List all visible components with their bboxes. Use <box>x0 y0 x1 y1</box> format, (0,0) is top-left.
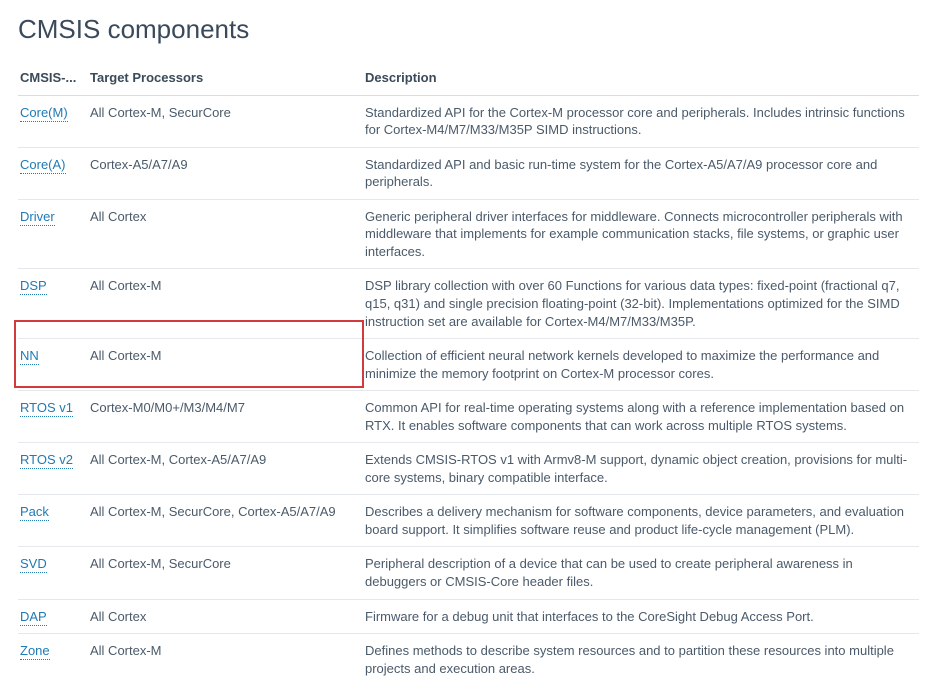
table-row: Core(A) Cortex-A5/A7/A9Standardized API a… <box>18 147 919 199</box>
desc-cell: Peripheral description of a device that … <box>363 547 919 599</box>
table-row: SVD All Cortex-M, SecurCorePeripheral des… <box>18 547 919 599</box>
component-link[interactable]: DSP <box>20 278 47 295</box>
component-link[interactable]: Driver <box>20 209 55 226</box>
col-header-name: CMSIS-... <box>18 61 88 95</box>
component-link[interactable]: NN <box>20 348 39 365</box>
page-title: CMSIS components <box>18 12 919 47</box>
component-link[interactable]: Core(M) <box>20 105 68 122</box>
desc-cell: Defines methods to describe system resou… <box>363 634 919 686</box>
component-link[interactable]: RTOS v1 <box>20 400 73 417</box>
desc-cell: Common API for real-time operating syste… <box>363 391 919 443</box>
desc-cell: Describes a delivery mechanism for softw… <box>363 495 919 547</box>
component-link[interactable]: SVD <box>20 556 47 573</box>
table-header-row: CMSIS-... Target Processors Description <box>18 61 919 95</box>
table-row: NN All Cortex-MCollection of efficient ne… <box>18 339 919 391</box>
table-row: DAP All CortexFirmware for a debug unit t… <box>18 599 919 634</box>
target-cell: All Cortex <box>88 199 363 269</box>
table-wrap: CMSIS-... Target Processors Description … <box>18 61 919 685</box>
component-link[interactable]: DAP <box>20 609 47 626</box>
component-link[interactable]: Pack <box>20 504 49 521</box>
target-cell: Cortex-A5/A7/A9 <box>88 147 363 199</box>
desc-cell: Standardized API for the Cortex-M proces… <box>363 95 919 147</box>
table-row: RTOS v2 All Cortex-M, Cortex-A5/A7/A9 Ext… <box>18 443 919 495</box>
table-row: DSP All Cortex-MDSP library collection wi… <box>18 269 919 339</box>
target-cell: All Cortex-M <box>88 269 363 339</box>
target-cell: Cortex-M0/M0+/M3/M4/M7 <box>88 391 363 443</box>
target-cell: All Cortex <box>88 599 363 634</box>
desc-cell: Standardized API and basic run-time syst… <box>363 147 919 199</box>
desc-cell: DSP library collection with over 60 Func… <box>363 269 919 339</box>
desc-cell: Firmware for a debug unit that interface… <box>363 599 919 634</box>
desc-cell: Collection of efficient neural network k… <box>363 339 919 391</box>
table-row: Driver All CortexGeneric peripheral drive… <box>18 199 919 269</box>
target-cell: All Cortex-M <box>88 339 363 391</box>
desc-cell: Generic peripheral driver interfaces for… <box>363 199 919 269</box>
components-table: CMSIS-... Target Processors Description … <box>18 61 919 685</box>
target-cell: All Cortex-M, SecurCore <box>88 95 363 147</box>
target-cell: All Cortex-M <box>88 634 363 686</box>
table-row: Pack All Cortex-M, SecurCore, Cortex-A5/A… <box>18 495 919 547</box>
target-cell: All Cortex-M, Cortex-A5/A7/A9 <box>88 443 363 495</box>
col-header-target: Target Processors <box>88 61 363 95</box>
table-row: Zone All Cortex-MDefines methods to descr… <box>18 634 919 686</box>
table-row: Core(M) All Cortex-M, SecurCoreStandardiz… <box>18 95 919 147</box>
target-cell: All Cortex-M, SecurCore <box>88 547 363 599</box>
component-link[interactable]: RTOS v2 <box>20 452 73 469</box>
table-row: RTOS v1 Cortex-M0/M0+/M3/M4/M7Common API … <box>18 391 919 443</box>
desc-cell: Extends CMSIS-RTOS v1 with Armv8-M suppo… <box>363 443 919 495</box>
component-link[interactable]: Core(A) <box>20 157 66 174</box>
col-header-desc: Description <box>363 61 919 95</box>
component-link[interactable]: Zone <box>20 643 50 660</box>
target-cell: All Cortex-M, SecurCore, Cortex-A5/A7/A9 <box>88 495 363 547</box>
